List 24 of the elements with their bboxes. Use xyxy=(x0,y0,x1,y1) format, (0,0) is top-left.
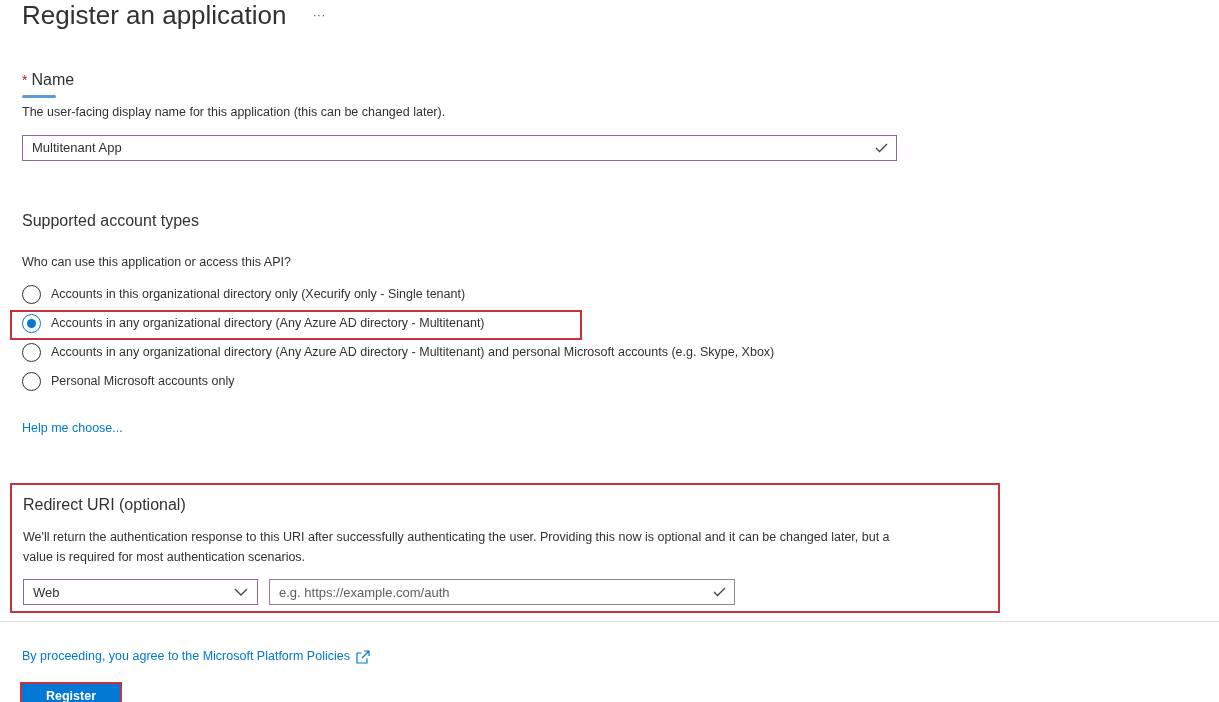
radio-option[interactable]: Personal Microsoft accounts only xyxy=(22,371,235,391)
label-underline xyxy=(22,95,56,98)
radio-option[interactable]: Accounts in this organizational directory only (Xecurify only - Single tenant) xyxy=(22,284,466,304)
field-description: The user-facing display name for this application (this can be changed later). xyxy=(22,104,446,121)
policy-link[interactable]: By proceeding, you agree to the Microsoft Platform Policies xyxy=(22,647,350,666)
section-heading: Supported account types xyxy=(22,210,200,231)
name-input[interactable]: Multitenant App xyxy=(22,134,897,161)
checkmark-icon xyxy=(875,142,888,153)
uri-input[interactable]: e.g. https://example.com/auth xyxy=(269,579,735,606)
checkmark-icon xyxy=(713,587,726,598)
page-title: Register an application xyxy=(22,0,287,30)
register-button[interactable]: Register xyxy=(20,682,122,702)
section-heading: Redirect URI (optional) xyxy=(23,495,187,516)
section-description: We'll return the authentication response to this URI after successfully authenticating the user. Providing this now is optional and it can be changed later, but a value is required for most authentication scenarios. xyxy=(23,529,891,567)
question-text: Who can use this application or access this API? xyxy=(22,253,292,271)
chevron-down-icon xyxy=(234,588,248,597)
external-link-icon xyxy=(355,649,370,664)
radio-option[interactable]: Accounts in any organizational directory (Any Azure AD directory - Multitenant) xyxy=(22,313,485,333)
field-label: Name xyxy=(31,70,75,90)
radio-option[interactable]: Accounts in any organizational directory (Any Azure AD directory - Multitenant) and personal Microsoft accounts (e.g. Skype, Xbox) xyxy=(22,342,775,362)
help-link[interactable]: Help me choose... xyxy=(22,418,123,438)
platform-dropdown[interactable]: Web xyxy=(23,579,258,606)
required-mark: * xyxy=(22,71,28,90)
more-button[interactable]: ··· xyxy=(312,5,326,25)
